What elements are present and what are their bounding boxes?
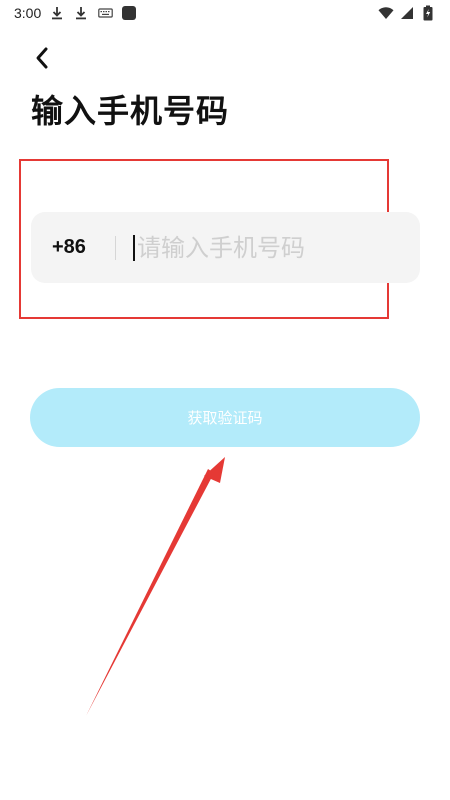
status-right [378, 5, 436, 21]
back-button[interactable] [28, 46, 56, 74]
status-left: 3:00 [14, 5, 137, 21]
phone-number-input[interactable] [137, 233, 387, 262]
text-cursor [133, 234, 135, 261]
status-time: 3:00 [14, 5, 42, 21]
status-bar: 3:00 [0, 0, 450, 26]
keyboard-icon [97, 5, 113, 21]
battery-charging-icon [420, 5, 436, 21]
phone-login-screen: 3:00 输入手机号码 +86 请输入手机号码 获取验证码 [0, 0, 450, 800]
country-code-selector[interactable]: +86 [52, 236, 112, 259]
page-title: 输入手机号码 [31, 92, 230, 130]
download-icon [73, 5, 89, 21]
download-icon [49, 5, 65, 21]
wifi-icon [378, 5, 394, 21]
signal-icon [399, 5, 415, 21]
chevron-left-icon [34, 46, 50, 74]
input-divider [115, 235, 116, 260]
phone-input-row: +86 [31, 212, 420, 283]
app-icon [121, 5, 137, 21]
get-code-button[interactable]: 获取验证码 [30, 388, 420, 447]
